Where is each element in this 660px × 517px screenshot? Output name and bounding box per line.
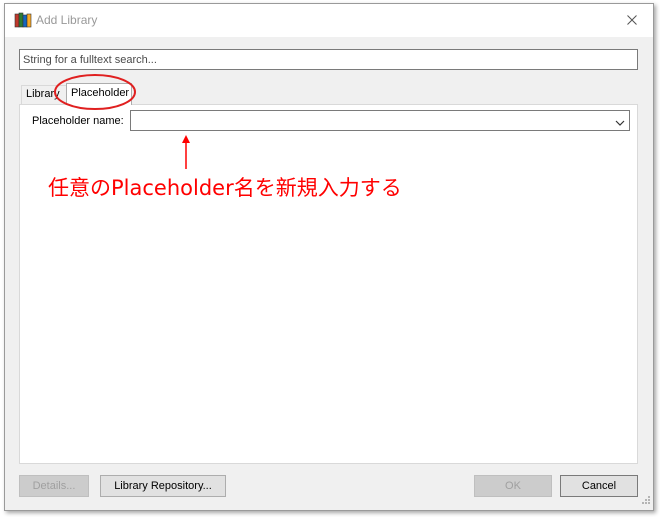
placeholder-name-combobox[interactable] <box>130 110 630 131</box>
ok-button[interactable]: OK <box>474 475 552 497</box>
books-icon <box>14 12 32 28</box>
placeholder-tab-panel: Placeholder name: <box>19 104 638 464</box>
annotation-text: 任意のPlaceholder名を新規入力する <box>48 176 402 200</box>
tab-library[interactable]: Library <box>21 85 67 104</box>
annotation-arrow <box>182 135 190 169</box>
close-icon <box>627 14 637 28</box>
add-library-dialog: Add Library Library Placeholder Placehol… <box>4 3 654 511</box>
placeholder-name-label: Placeholder name: <box>32 115 124 127</box>
title-bar: Add Library <box>5 4 653 37</box>
window-title: Add Library <box>36 13 98 27</box>
fulltext-search-input[interactable] <box>19 49 638 70</box>
details-button[interactable]: Details... <box>19 475 89 497</box>
cancel-button[interactable]: Cancel <box>560 475 638 497</box>
chevron-down-icon <box>615 116 625 130</box>
library-repository-button[interactable]: Library Repository... <box>100 475 226 497</box>
tab-placeholder[interactable]: Placeholder <box>66 83 132 105</box>
close-button[interactable] <box>611 4 653 37</box>
resize-grip-icon[interactable] <box>641 494 651 508</box>
